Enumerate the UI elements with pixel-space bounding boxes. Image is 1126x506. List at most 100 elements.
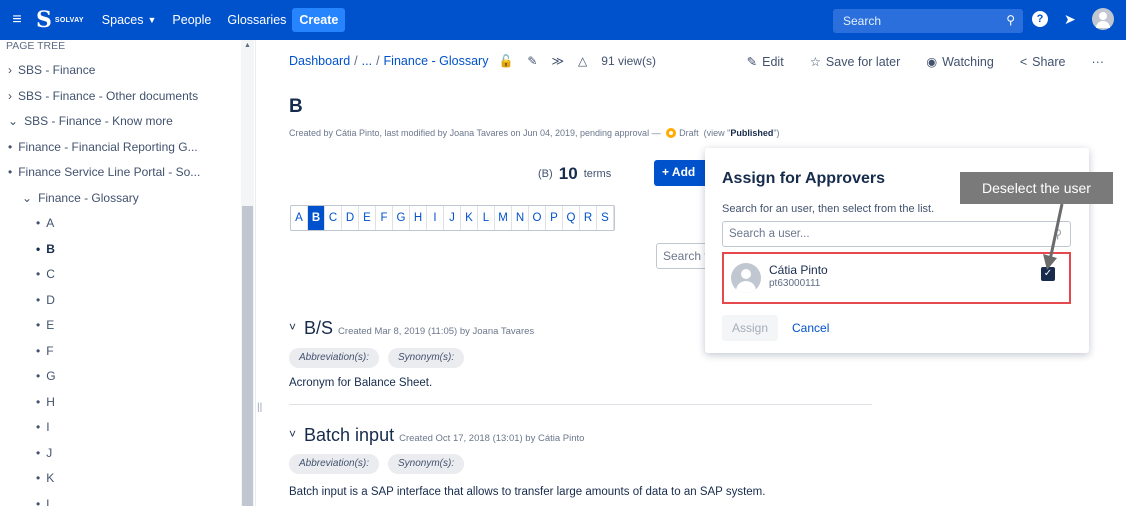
nav-spaces[interactable]: Spaces ▼ [102, 13, 157, 27]
solvay-logo[interactable]: S SOLVAY [36, 9, 84, 31]
sidebar-item[interactable]: • H [36, 395, 55, 409]
sidebar-item[interactable]: • I [36, 420, 50, 434]
selected-user-row[interactable]: Cátia Pinto pt63000111 ✓ [722, 252, 1071, 304]
create-button[interactable]: Create [292, 8, 346, 32]
dialog-title: Assign for Approvers [722, 170, 885, 187]
letter-filter[interactable]: I [427, 206, 444, 230]
breadcrumb: Dashboard / ... / Finance - Glossary 🔓 ✎… [289, 54, 670, 68]
page-tree-sidebar: PAGE TREE › SBS - Finance › SBS - Finance -… [0, 40, 256, 506]
attachment-icon[interactable]: ✎ [527, 54, 537, 68]
page-actions: ✎ Edit ☆ Save for later ◉ Watching < Share ·… [721, 54, 1105, 70]
chevron-down-icon[interactable]: ˅ [289, 320, 296, 334]
entry-meta: Created Oct 17, 2018 (13:01) by Cátia Pi… [399, 433, 585, 444]
assign-button[interactable]: Assign [722, 315, 778, 341]
letter-filter[interactable]: P [546, 206, 563, 230]
sidebar-item[interactable]: • L [36, 497, 53, 506]
letter-filter[interactable]: K [461, 206, 478, 230]
breadcrumb-dashboard[interactable]: Dashboard [289, 54, 350, 68]
sidebar-item[interactable]: • D [36, 293, 55, 307]
notifications-icon[interactable]: ➤ [1064, 11, 1076, 28]
sidebar-item-label: SBS - Finance [18, 63, 96, 77]
chevron-down-icon: ⌄ [8, 114, 19, 128]
letter-filter[interactable]: J [444, 206, 461, 230]
sidebar-item-label: C [46, 267, 55, 281]
sidebar-scroll-thumb[interactable] [242, 206, 253, 506]
annotation-callout: Deselect the user [960, 172, 1113, 204]
letter-filter[interactable]: H [410, 206, 427, 230]
letter-filter[interactable]: C [325, 206, 342, 230]
sidebar-item[interactable]: • K [36, 471, 54, 485]
letter-filter[interactable]: A [291, 206, 308, 230]
search-input[interactable]: Search ⚲ [833, 9, 1023, 33]
breadcrumb-separator: / [376, 54, 380, 68]
letter-filter[interactable]: E [359, 206, 376, 230]
letter-filter[interactable]: S [597, 206, 614, 230]
entry-term: B/S [304, 318, 334, 338]
sidebar-item[interactable]: • J [36, 446, 52, 460]
edit-button[interactable]: ✎ Edit [747, 54, 784, 70]
user-name: Cátia Pinto [769, 263, 828, 277]
sidebar-item[interactable]: • F [36, 344, 54, 358]
letter-filter[interactable]: B [308, 206, 325, 230]
sidebar-item-label: L [46, 496, 53, 506]
sidebar-item-label: H [46, 394, 55, 409]
more-actions-button[interactable]: ··· [1092, 55, 1105, 69]
sidebar-item[interactable]: ⌄ Finance - Glossary [22, 191, 139, 205]
link-icon[interactable]: ≫ [551, 54, 564, 68]
sidebar-item[interactable]: • B [36, 242, 55, 256]
sidebar-item-label: J [46, 445, 53, 460]
entry-divider [289, 404, 872, 405]
glossary-entry-title[interactable]: ˅ B/S Created Mar 8, 2019 (11:05) by Joan… [289, 318, 534, 339]
terms-count: (B) 10 terms [538, 164, 611, 184]
sidebar-item-label: I [46, 420, 50, 434]
entry-description: Batch input is a SAP interface that allo… [289, 486, 766, 498]
chevron-down-icon[interactable]: ˅ [289, 427, 296, 441]
letter-filter[interactable]: N [512, 206, 529, 230]
bullet-icon: • [36, 394, 41, 409]
nav-glossaries[interactable]: Glossaries [227, 13, 286, 27]
sidebar-item-label: G [46, 369, 56, 383]
sidebar-item[interactable]: • Finance - Financial Reporting G... [8, 140, 198, 154]
sidebar-item[interactable]: › SBS - Finance [8, 63, 95, 77]
cancel-button[interactable]: Cancel [792, 315, 829, 341]
letter-filter[interactable]: F [376, 206, 393, 230]
breadcrumb-glossary[interactable]: Finance - Glossary [384, 54, 489, 68]
sidebar-item[interactable]: • C [36, 267, 55, 281]
share-button[interactable]: < Share [1020, 55, 1066, 69]
user-search-input[interactable]: Search a user... ⚲ [722, 221, 1071, 247]
page-title: B [289, 96, 303, 117]
breadcrumb-ellipsis[interactable]: ... [362, 54, 372, 68]
letter-filter[interactable]: Q [563, 206, 580, 230]
user-avatar-icon[interactable] [1091, 8, 1114, 30]
terms-suffix: terms [583, 168, 612, 180]
sidebar-item[interactable]: • A [36, 216, 54, 230]
letter-filter[interactable]: G [393, 206, 410, 230]
sidebar-item[interactable]: › SBS - Finance - Other documents [8, 89, 198, 103]
sidebar-item[interactable]: ⌄ SBS - Finance - Know more [8, 114, 173, 128]
help-icon[interactable]: ? [1032, 11, 1048, 27]
watching-button[interactable]: ◉ Watching [926, 54, 994, 70]
menu-icon[interactable]: ≡ [4, 11, 30, 29]
letter-filter[interactable]: R [580, 206, 597, 230]
save-for-later-button[interactable]: ☆ Save for later [810, 54, 901, 70]
entry-description: Acronym for Balance Sheet. [289, 377, 433, 389]
letter-filter[interactable]: L [478, 206, 495, 230]
sidebar-item[interactable]: • G [36, 369, 56, 383]
alphabet-filter: ABCDEFGHIJKLMNOPQRS [290, 205, 615, 231]
view-count[interactable]: 91 view(s) [601, 54, 656, 68]
bullet-icon: • [36, 445, 41, 460]
bullet-icon: • [8, 139, 13, 154]
sidebar-item[interactable]: • E [36, 318, 54, 332]
sidebar-item-label: B [46, 241, 55, 256]
user-search-placeholder: Search a user... [729, 228, 810, 240]
scroll-up-icon[interactable]: ▲ [244, 42, 251, 49]
letter-filter[interactable]: D [342, 206, 359, 230]
letter-filter[interactable]: M [495, 206, 512, 230]
glossary-entry-title[interactable]: ˅ Batch input Created Oct 17, 2018 (13:01… [289, 425, 584, 446]
view-published-link[interactable]: Published [730, 128, 773, 138]
sidebar-item[interactable]: • Finance Service Line Portal - So... [8, 165, 200, 179]
lock-icon[interactable]: 🔓 [498, 54, 513, 68]
nav-people[interactable]: People [172, 13, 211, 27]
bullet-icon: • [36, 241, 41, 256]
letter-filter[interactable]: O [529, 206, 546, 230]
